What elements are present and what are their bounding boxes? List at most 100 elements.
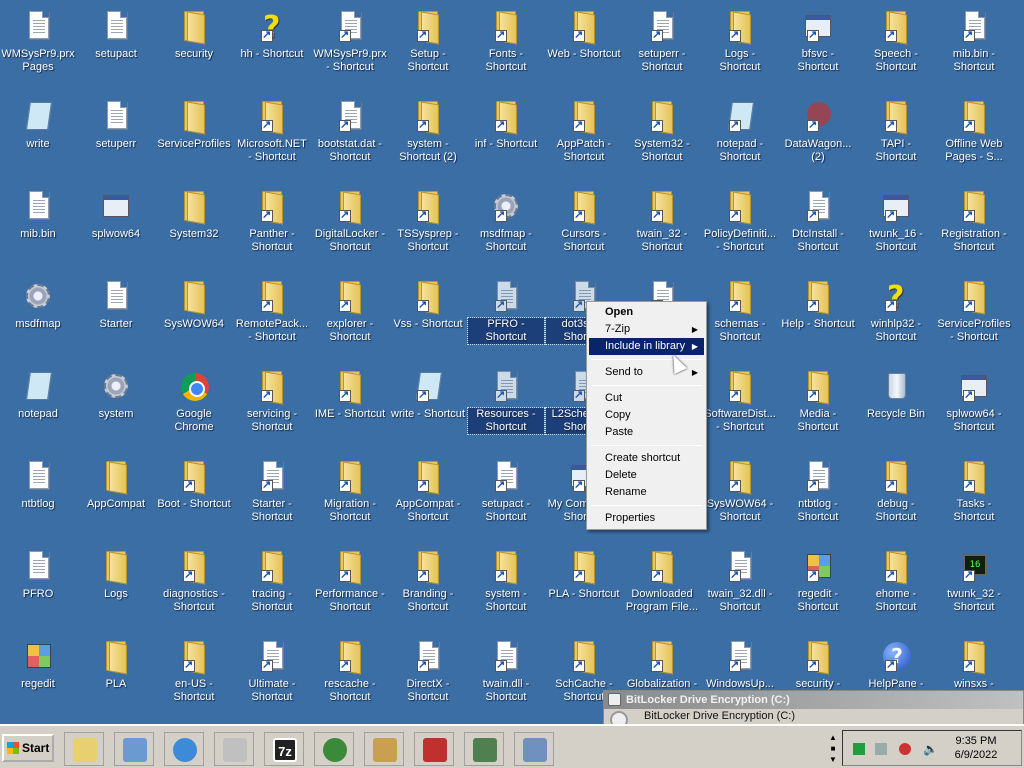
desktop-icon[interactable]: twain_32 - Shortcut [624,184,700,268]
desktop-icon[interactable]: Recycle Bin [858,364,934,448]
desktop-icon[interactable]: System32 [156,184,232,268]
desktop-icon[interactable]: DirectX - Shortcut [390,634,466,718]
quick-launch-button[interactable] [514,732,554,766]
menu-item-copy[interactable]: Copy [589,407,704,424]
menu-item-include-in-library[interactable]: Include in library ▶ [589,338,704,355]
desktop-icon[interactable]: servicing - Shortcut [234,364,310,448]
desktop-icon[interactable]: explorer - Shortcut [312,274,388,358]
desktop-icon[interactable]: splwow64 - Shortcut [936,364,1012,448]
desktop-icon[interactable]: splwow64 [78,184,154,268]
quick-launch-button[interactable] [64,732,104,766]
tray-network-icon[interactable] [875,743,887,755]
desktop-icon[interactable]: Media - Shortcut [780,364,856,448]
desktop-icon[interactable]: Starter - Shortcut [234,454,310,538]
desktop-icon[interactable]: notepad - Shortcut [702,94,778,178]
desktop-icon[interactable]: PLA - Shortcut [546,544,622,628]
menu-item-delete[interactable]: Delete [589,467,704,484]
desktop-icon[interactable]: debug - Shortcut [858,454,934,538]
desktop-icon[interactable]: SysWOW64 [156,274,232,358]
menu-item-rename[interactable]: Rename [589,484,704,501]
desktop[interactable]: WMSysPr9.prx Pages setupact security? hh - … [0,0,1024,724]
desktop-icon[interactable]: Starter [78,274,154,358]
desktop-icon[interactable]: twunk_16 - Shortcut [858,184,934,268]
desktop-icon[interactable]: Panther - Shortcut [234,184,310,268]
desktop-icon[interactable]: 16 twunk_32 - Shortcut [936,544,1012,628]
tray-volume-icon[interactable]: 🔈 [923,743,938,755]
desktop-icon[interactable]: ? winhlp32 - Shortcut [858,274,934,358]
desktop-icon[interactable]: write - Shortcut [390,364,466,448]
menu-item-open[interactable]: Open [589,304,704,321]
desktop-icon[interactable]: Web - Shortcut [546,4,622,88]
desktop-icon[interactable]: Logs - Shortcut [702,4,778,88]
desktop-icon[interactable]: Logs [78,544,154,628]
desktop-icon[interactable]: PFRO - Shortcut [467,274,545,358]
desktop-icon[interactable]: PolicyDefiniti... - Shortcut [702,184,778,268]
quick-launch-button[interactable] [214,732,254,766]
desktop-icon[interactable]: write [0,94,76,178]
desktop-icon[interactable]: Offline Web Pages - S... [936,94,1012,178]
desktop-icon[interactable]: setuperr [78,94,154,178]
desktop-icon[interactable]: PFRO [0,544,76,628]
desktop-icon[interactable]: setupact - Shortcut [468,454,544,538]
quick-launch-button[interactable] [464,732,504,766]
desktop-icon[interactable]: tracing - Shortcut [234,544,310,628]
desktop-icon[interactable]: WMSysPr9.prx - Shortcut [312,4,388,88]
desktop-icon[interactable]: system [78,364,154,448]
desktop-icon[interactable]: bootstat.dat - Shortcut [312,94,388,178]
desktop-icon[interactable]: system - Shortcut (2) [390,94,466,178]
tray-green-icon[interactable] [853,743,865,755]
desktop-icon[interactable]: WMSysPr9.prx Pages [0,4,76,88]
desktop-icon[interactable]: setupact [78,4,154,88]
desktop-icon[interactable]: Help - Shortcut [780,274,856,358]
desktop-icon[interactable]: ServiceProfiles [156,94,232,178]
desktop-icon[interactable]: ntbtlog - Shortcut [780,454,856,538]
desktop-icon[interactable]: AppPatch - Shortcut [546,94,622,178]
desktop-icon[interactable]: rescache - Shortcut [312,634,388,718]
desktop-icon[interactable]: Registration - Shortcut [936,184,1012,268]
desktop-icon[interactable]: DigitalLocker - Shortcut [312,184,388,268]
desktop-icon[interactable]: ntbtlog [0,454,76,538]
quick-launch-button[interactable]: 7z [264,732,304,766]
desktop-icon[interactable]: SysWOW64 - Shortcut [702,454,778,538]
desktop-icon[interactable]: notepad [0,364,76,448]
menu-item-cut[interactable]: Cut [589,390,704,407]
desktop-icon[interactable]: SoftwareDist... - Shortcut [702,364,778,448]
desktop-icon[interactable]: ? hh - Shortcut [234,4,310,88]
desktop-icon[interactable]: Speech - Shortcut [858,4,934,88]
desktop-icon[interactable]: PLA [78,634,154,718]
desktop-icon[interactable]: security [156,4,232,88]
desktop-icon[interactable]: AppCompat [78,454,154,538]
menu-item-paste[interactable]: Paste [589,424,704,441]
desktop-icon[interactable]: diagnostics - Shortcut [156,544,232,628]
desktop-icon[interactable]: TSSysprep - Shortcut [390,184,466,268]
desktop-icon[interactable]: Tasks - Shortcut [936,454,1012,538]
desktop-icon[interactable]: Ultimate - Shortcut [234,634,310,718]
desktop-icon[interactable]: Fonts - Shortcut [468,4,544,88]
desktop-icon[interactable]: bfsvc - Shortcut [780,4,856,88]
desktop-icon[interactable]: regedit [0,634,76,718]
desktop-icon[interactable]: AppCompat - Shortcut [390,454,466,538]
desktop-icon[interactable]: IME - Shortcut [312,364,388,448]
quick-launch-button[interactable] [164,732,204,766]
clock-time[interactable]: 9:35 PM [951,735,1001,747]
desktop-icon[interactable]: RemotePack... - Shortcut [234,274,310,358]
desktop-icon[interactable]: inf - Shortcut [468,94,544,178]
desktop-icon[interactable]: Setup - Shortcut [390,4,466,88]
desktop-icon[interactable]: regedit - Shortcut [780,544,856,628]
start-button[interactable]: Start [2,734,54,762]
desktop-icon[interactable]: System32 - Shortcut [624,94,700,178]
bitlocker-notification[interactable]: BitLocker Drive Encryption (C:) BitLocke… [603,690,1024,726]
taskbar-scroll-control[interactable]: ▲ ■ ▼ [826,732,840,766]
desktop-icon[interactable]: mib.bin - Shortcut [936,4,1012,88]
menu-item-properties[interactable]: Properties [589,510,704,527]
desktop-icon[interactable]: twain.dll - Shortcut [468,634,544,718]
desktop-icon[interactable]: twain_32.dll - Shortcut [702,544,778,628]
desktop-icon[interactable]: DataWagon... (2) [780,94,856,178]
desktop-icon[interactable]: Branding - Shortcut [390,544,466,628]
desktop-icon[interactable]: Downloaded Program File... [624,544,700,628]
desktop-icon[interactable]: en-US - Shortcut [156,634,232,718]
desktop-icon[interactable]: msdfmap [0,274,76,358]
desktop-icon[interactable]: Google Chrome [156,364,232,448]
desktop-icon[interactable]: Microsoft.NET - Shortcut [234,94,310,178]
tray-security-icon[interactable] [899,743,911,755]
